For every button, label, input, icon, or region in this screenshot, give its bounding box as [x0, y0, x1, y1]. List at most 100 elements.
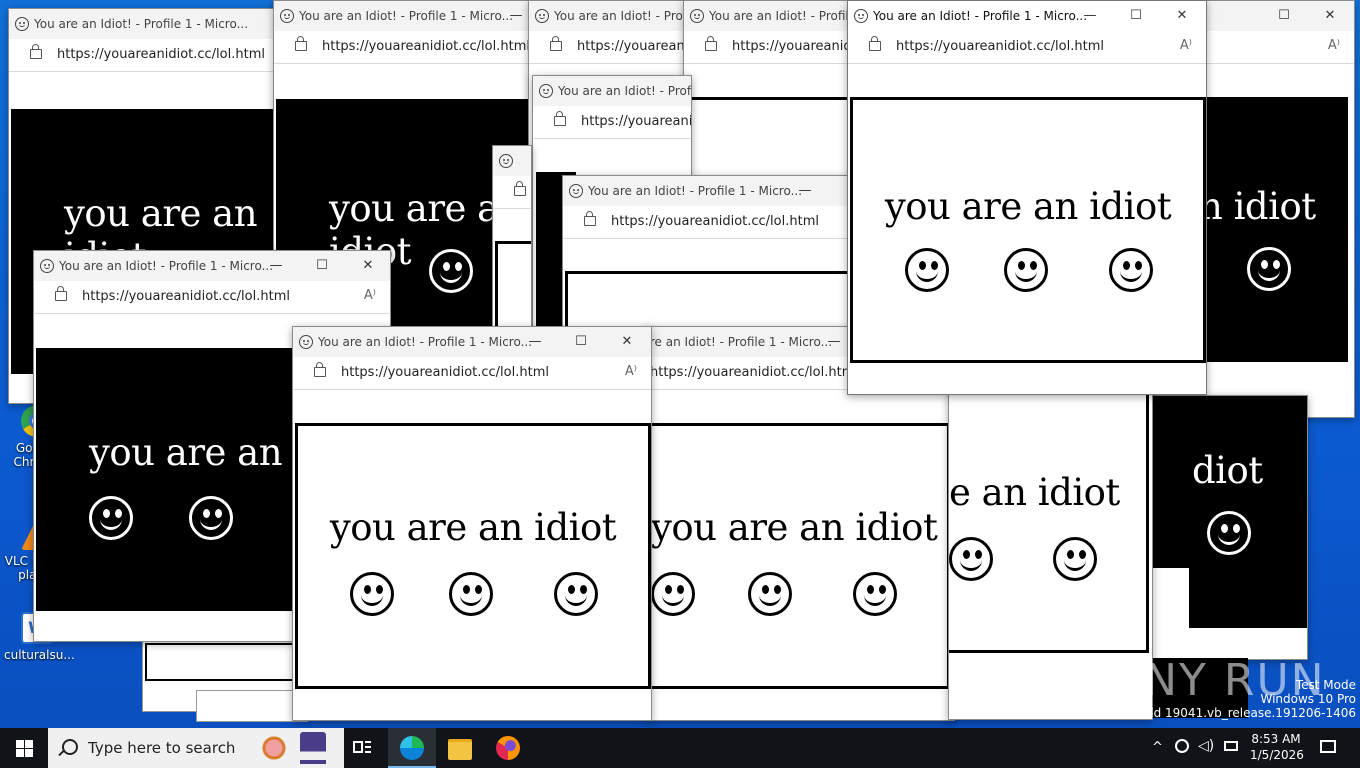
idiot-page[interactable]: [1149, 396, 1191, 568]
window-title: You are an Idiot! - Profile 1 - Micro...: [34, 17, 249, 31]
smiley-icon: [949, 537, 993, 581]
maximize-button[interactable]: ☐: [312, 257, 332, 275]
read-aloud-icon[interactable]: A⁾: [1328, 38, 1340, 53]
watermark-line: Windows 10 Pro: [1260, 692, 1356, 706]
minimize-button[interactable]: —: [525, 333, 545, 351]
idiot-page[interactable]: you are an idiot: [648, 423, 950, 689]
idiot-page[interactable]: you are an idiot: [850, 97, 1206, 363]
address-bar[interactable]: [493, 176, 531, 209]
title-bar[interactable]: You are an Idiot! - Profile 1 - Micro...…: [34, 251, 390, 281]
title-bar[interactable]: You are an Idiot! - Profile 1 - Micro...…: [274, 1, 534, 31]
title-bar[interactable]: You are an Idiot! - Profile 1 - Micro...: [684, 1, 852, 31]
minimize-button[interactable]: —: [266, 257, 286, 275]
page-content: you are an idiot: [293, 390, 651, 720]
input-indicator-icon[interactable]: [1224, 741, 1238, 751]
idiot-page[interactable]: n idiot: [1196, 97, 1348, 362]
browser-window[interactable]: [492, 145, 532, 335]
smiley-icon: [1247, 247, 1291, 291]
idiot-text: you are an idiot: [651, 506, 938, 549]
title-bar[interactable]: You are an Idiot! - Profile 1 - Micro...: [9, 9, 277, 39]
address-bar[interactable]: https://youareanidiot.cc/lol.html: [9, 39, 277, 72]
search-highlight-icon: [262, 733, 292, 763]
browser-window[interactable]: ☐ ✕ A⁾ n idiot: [1195, 0, 1355, 418]
watermark-line: Build 19041.vb_release.191206-1406: [1131, 706, 1356, 720]
address-bar[interactable]: https://youareanidiot.cc/lol.html A⁾: [293, 357, 651, 390]
volume-icon[interactable]: ◁): [1198, 738, 1214, 754]
address-bar[interactable]: https://youareanidiot.cc/lol.html: [533, 106, 691, 139]
window-title: You are an Idiot! - Profile 1 - Micro...: [646, 335, 833, 349]
minimize-button[interactable]: —: [506, 7, 526, 25]
address-bar[interactable]: A⁾: [1196, 31, 1354, 64]
test-mode-watermark: Test Mode Windows 10 Pro Build 19041.vb_…: [1131, 678, 1356, 720]
maximize-button[interactable]: ☐: [571, 333, 591, 351]
minimize-button[interactable]: —: [824, 333, 844, 351]
page-content: you are an idiot: [848, 64, 1206, 394]
title-bar[interactable]: You are an Idiot! - Profile 1 - Micro...…: [293, 327, 651, 357]
idiot-page[interactable]: diot: [1189, 396, 1307, 628]
window-title: You are an Idiot! - Profile 1 - Micro...: [318, 335, 533, 349]
lock-icon: [869, 36, 881, 51]
edge-icon: [400, 736, 424, 760]
smiley-icon: [748, 572, 792, 616]
address-bar[interactable]: https://youareanidiot.cc/lol.html: [684, 31, 852, 64]
title-bar[interactable]: You are an Idiot! - Profile 1 - Micro...…: [563, 176, 853, 206]
read-aloud-icon[interactable]: A⁾: [1180, 38, 1192, 53]
page-frame: [145, 643, 301, 681]
search-icon: [62, 739, 78, 755]
taskbar: Type here to search ^ ◁) 8:53 AM 1/5/202…: [0, 728, 1360, 768]
smiley-icon: [853, 572, 897, 616]
address-bar[interactable]: https://youareanidiot.cc/lol.html: [563, 206, 853, 239]
address-bar[interactable]: https://youareanidiot.cc/lol.html A⁾: [848, 31, 1206, 64]
firefox-icon: [496, 736, 520, 760]
browser-window[interactable]: diot: [1148, 395, 1308, 660]
smiley-icon: [189, 496, 233, 540]
magic-hat-icon: [300, 732, 326, 764]
browser-window-active[interactable]: You are an Idiot! - Profile 1 - Micro...…: [847, 0, 1207, 395]
search-box[interactable]: Type here to search: [48, 728, 344, 768]
read-aloud-icon[interactable]: A⁾: [364, 288, 376, 303]
browser-window[interactable]: You are an Idiot! - Profile 1 - Micro...…: [562, 175, 854, 345]
address-bar[interactable]: https://youareanidiot.cc/lol.html: [529, 31, 687, 64]
close-button[interactable]: ✕: [358, 257, 378, 275]
idiot-page[interactable]: e an idiot: [949, 391, 1149, 653]
smiley-icon: [449, 572, 493, 616]
title-bar[interactable]: You are an Idiot! - Profile 1 - Micro...…: [848, 1, 1206, 31]
start-button[interactable]: [0, 728, 48, 768]
title-bar[interactable]: [493, 146, 531, 176]
url-text: https://youareanidiot.cc/lol.html: [650, 365, 858, 380]
clock[interactable]: 8:53 AM 1/5/2026: [1250, 731, 1304, 763]
address-bar[interactable]: https://youareanidiot.cc/lol.html A⁾: [34, 281, 390, 314]
idiot-page[interactable]: [495, 241, 531, 334]
window-title: You are an Idiot! - Profile 1 - Micro...: [558, 84, 691, 98]
smiley-icon: [89, 496, 133, 540]
window-title: You are an Idiot! - Profile 1 - Micro...: [709, 9, 853, 23]
maximize-button[interactable]: ☐: [1274, 7, 1294, 25]
tray-chevron-icon[interactable]: ^: [1152, 740, 1163, 755]
network-icon[interactable]: [1175, 739, 1189, 753]
maximize-button[interactable]: ☐: [1126, 7, 1146, 25]
task-view-lines: [365, 741, 371, 743]
task-view-button[interactable]: [340, 728, 388, 768]
close-button[interactable]: ✕: [1172, 7, 1192, 25]
smiley-favicon-icon: [15, 17, 29, 31]
close-button[interactable]: ✕: [617, 333, 637, 351]
close-button[interactable]: ✕: [1320, 7, 1340, 25]
title-bar[interactable]: ☐ ✕: [1196, 1, 1354, 31]
idiot-page[interactable]: you are an idiot: [295, 423, 651, 689]
minimize-button[interactable]: —: [1080, 7, 1100, 25]
read-aloud-icon[interactable]: A⁾: [625, 364, 637, 379]
address-bar[interactable]: https://youareanidiot.cc/lol.html: [274, 31, 534, 64]
firefox-button[interactable]: [484, 728, 532, 768]
title-bar[interactable]: You are an Idiot! - Profile 1 - Micro...: [529, 1, 687, 31]
title-bar[interactable]: You are an Idiot! - Profile 1 - Micro...: [533, 76, 691, 106]
notifications-icon[interactable]: [1320, 740, 1336, 753]
smiley-favicon-icon: [569, 184, 583, 198]
browser-window[interactable]: You are an Idiot! - Profile 1 - Micro...…: [292, 326, 652, 721]
file-explorer-icon: [448, 739, 472, 760]
edge-taskbar-button[interactable]: [388, 728, 436, 768]
page-content: you are an idiot: [646, 390, 954, 720]
lock-icon: [705, 36, 717, 51]
smiley-icon: [1207, 511, 1251, 555]
file-explorer-button[interactable]: [436, 728, 484, 768]
minimize-button[interactable]: —: [795, 182, 815, 200]
